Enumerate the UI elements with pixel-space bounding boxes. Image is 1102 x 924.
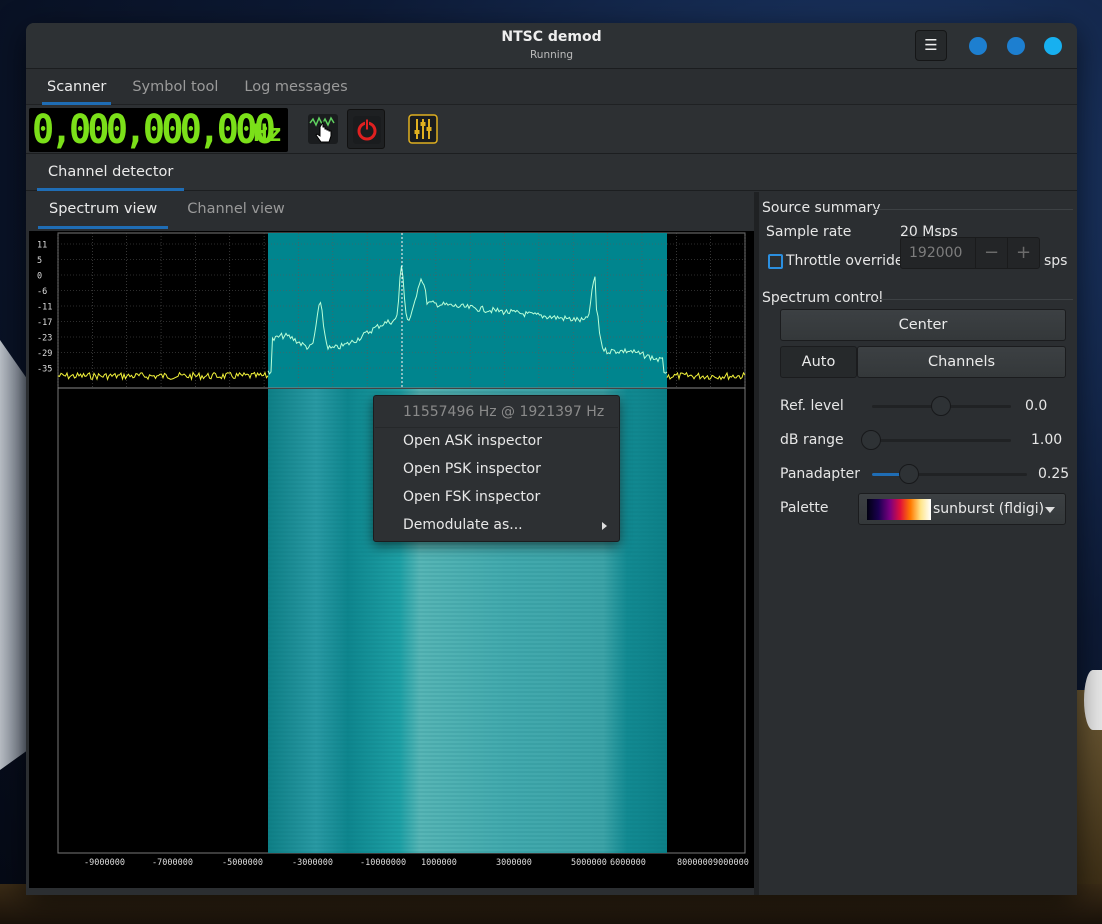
context-menu-separator: [375, 427, 618, 428]
throttle-decrement-button[interactable]: −: [975, 238, 1007, 268]
tab-channel-view[interactable]: Channel view: [176, 192, 296, 229]
x-tick-label: 6000000: [610, 858, 646, 868]
x-tick-label: 3000000: [496, 858, 532, 868]
palette-label: Palette: [780, 500, 829, 516]
hamburger-icon: ☰: [924, 36, 938, 54]
main-tab-bar: Scanner Symbol tool Log messages: [26, 69, 1077, 105]
db-range-value: 1.00: [1031, 432, 1063, 448]
y-tick-label: -23: [37, 334, 52, 344]
maximize-button[interactable]: [1007, 37, 1025, 55]
sample-rate-label: Sample rate: [766, 224, 852, 240]
tab-channel-detector[interactable]: Channel detector: [37, 164, 185, 191]
spectrum-pointer-icon: [308, 114, 338, 144]
palette-combobox[interactable]: sunburst (fldigi): [858, 493, 1066, 525]
db-range-slider-track[interactable]: [872, 439, 1011, 442]
minimize-button[interactable]: [969, 37, 987, 55]
db-range-label: dB range: [780, 432, 844, 448]
close-button[interactable]: [1044, 37, 1062, 55]
db-range-slider-handle[interactable]: [861, 430, 881, 450]
panadapter-label: Panadapter: [780, 466, 861, 482]
controls-panel: Source summary Sample rate 20 Msps Throt…: [759, 192, 1077, 895]
ref-level-slider-handle[interactable]: [931, 396, 951, 416]
spectrum-plot[interactable]: 11 5 0 -6 -11 -17 -23 -29 -35 -9000000 -7000000 -50…: [29, 231, 754, 888]
y-tick-label: -17: [37, 318, 52, 328]
y-tick-label: 0: [37, 272, 42, 282]
y-tick-label: -6: [37, 287, 47, 297]
x-tick-label: -7000000: [152, 858, 193, 868]
y-tick-label: -11: [37, 303, 52, 313]
x-tick-label: 1000000: [421, 858, 457, 868]
frequency-display[interactable]: 0,000,000,000 Hz: [29, 108, 288, 152]
channel-highlight: [268, 233, 667, 388]
palette-preview-swatch: [867, 499, 931, 520]
context-menu: 11557496 Hz @ 1921397 Hz Open ASK inspec…: [373, 395, 620, 542]
group-divider: [872, 209, 1073, 210]
panadapter-slider-handle[interactable]: [899, 464, 919, 484]
settings-sliders-button[interactable]: [404, 109, 442, 149]
palette-value: sunburst (fldigi): [933, 501, 1045, 517]
power-icon: [353, 116, 381, 144]
throttle-value[interactable]: 192000: [909, 245, 962, 261]
group-divider: [877, 299, 1073, 300]
spectrum-waterfall-svg[interactable]: 11 5 0 -6 -11 -17 -23 -29 -35 -9000000 -7000000 -50…: [29, 231, 754, 888]
panadapter-value: 0.25: [1038, 466, 1070, 482]
ref-level-value: 0.0: [1025, 398, 1048, 414]
view-tab-bar: Spectrum view Channel view: [26, 192, 754, 230]
power-button[interactable]: [347, 109, 385, 149]
tab-spectrum-view[interactable]: Spectrum view: [38, 192, 169, 229]
wallpaper-dish-right: [1084, 670, 1102, 730]
tab-symbol-tool[interactable]: Symbol tool: [121, 69, 229, 105]
throttle-override-label[interactable]: Throttle override: [786, 253, 904, 269]
source-summary-title: Source summary: [762, 200, 881, 216]
chevron-down-icon: [1045, 507, 1055, 513]
x-tick-label: -3000000: [292, 858, 333, 868]
throttle-unit: sps: [1044, 253, 1068, 269]
menu-item-open-psk-inspector[interactable]: Open PSK inspector: [403, 461, 541, 477]
x-tick-label: -5000000: [222, 858, 263, 868]
throttle-increment-button[interactable]: +: [1007, 238, 1039, 268]
submenu-arrow-icon: [602, 522, 607, 530]
channels-button[interactable]: Channels: [857, 346, 1066, 378]
x-tick-label: 5000000: [571, 858, 607, 868]
toolbar: 0,000,000,000 Hz: [26, 105, 1077, 154]
x-tick-label: 9000000: [713, 858, 749, 868]
tab-scanner[interactable]: Scanner: [36, 69, 117, 105]
y-tick-label: -35: [37, 365, 52, 375]
y-tick-label: 5: [37, 256, 42, 266]
spectrum-pointer-button[interactable]: [304, 109, 342, 149]
spectrum-control-title: Spectrum control: [762, 290, 883, 306]
x-tick-label: 0: [401, 858, 406, 868]
menu-item-open-fsk-inspector[interactable]: Open FSK inspector: [403, 489, 540, 505]
menu-item-open-ask-inspector[interactable]: Open ASK inspector: [403, 433, 542, 449]
tab-log-messages[interactable]: Log messages: [233, 69, 358, 105]
section-tab-bar: Channel detector: [26, 154, 1077, 191]
frequency-digits: 0,000,000,000: [32, 108, 276, 152]
ref-level-label: Ref. level: [780, 398, 844, 414]
center-button[interactable]: Center: [780, 309, 1066, 341]
auto-button[interactable]: Auto: [780, 346, 857, 378]
throttle-spinbox[interactable]: 192000 − +: [900, 237, 1040, 269]
spectrum-panel: Spectrum view Channel view 11 5 0 -6 -11 -17 -…: [26, 192, 754, 895]
y-tick-label: 11: [37, 241, 47, 251]
sliders-icon: [408, 114, 438, 144]
frequency-unit: Hz: [253, 119, 282, 147]
hamburger-menu-button[interactable]: ☰: [915, 30, 947, 61]
menu-item-demodulate-as[interactable]: Demodulate as...: [403, 517, 523, 533]
x-tick-label: -9000000: [84, 858, 125, 868]
titlebar: NTSC demod Running ☰: [26, 23, 1077, 69]
x-tick-label: 8000000: [677, 858, 713, 868]
x-tick-label: -1000000: [360, 858, 401, 868]
context-menu-header: 11557496 Hz @ 1921397 Hz: [403, 404, 605, 420]
throttle-override-checkbox[interactable]: [768, 254, 783, 269]
y-tick-label: -29: [37, 349, 52, 359]
